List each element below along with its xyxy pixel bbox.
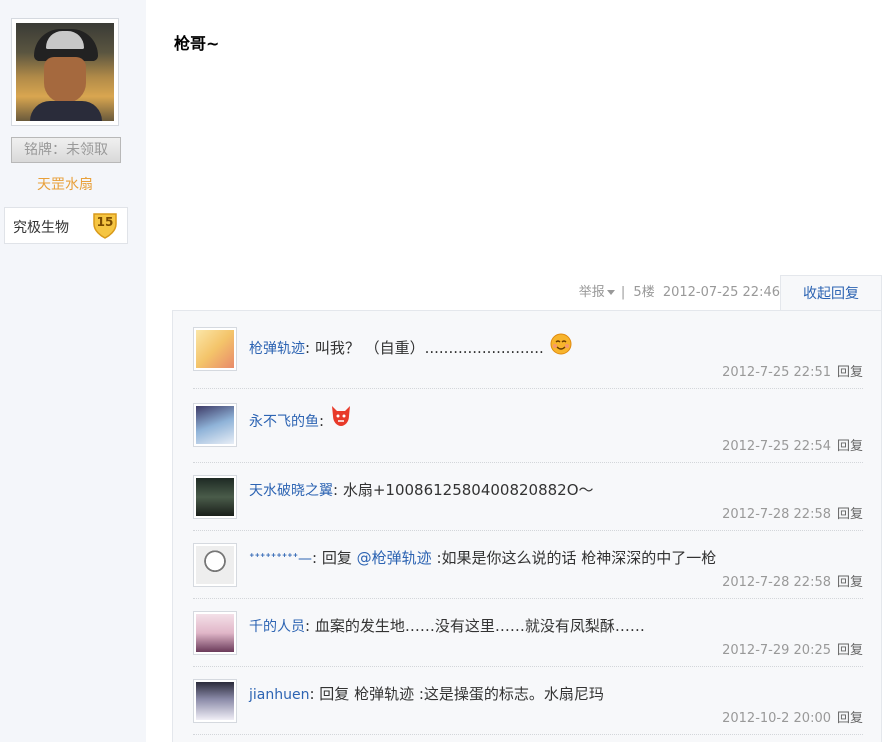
reply-time: 2012-7-25 22:51 [722, 365, 831, 380]
author-sidebar: 铭牌：未领取 天罡水扇 究极生物 15 [0, 0, 146, 742]
level-title: 究极生物 [13, 220, 69, 236]
reply-text: 千的人员: 血案的发生地……没有这里……就没有凤梨酥…… [249, 617, 645, 635]
collapse-replies-button[interactable]: 收起回复 [780, 275, 882, 311]
post-meta: 举报 | 5楼 2012-07-25 22:46 [560, 276, 780, 310]
list-item: 枪弹轨迹: 叫我？ （自重）......................... … [193, 311, 863, 389]
nameplate-button[interactable]: 铭牌：未领取 [11, 137, 121, 163]
list-item: 永不飞的鱼: 2012-7-25 22:54 回复 [193, 389, 863, 463]
reply-text: 天水破晓之翼: 水扇+1008612580400820882O～ [249, 481, 594, 499]
reply-button[interactable]: 回复 [837, 643, 863, 658]
reply-meta: 2012-10-2 20:00 回复 [722, 707, 863, 726]
list-item: 天水破晓之翼: 水扇+1008612580400820882O～ 2012-7-… [193, 463, 863, 531]
reply-avatar[interactable] [193, 679, 237, 723]
list-item: jianhuen: 回复 枪弹轨迹 :这是操蛋的标志。水扇尼玛 2012-10-… [193, 667, 863, 735]
reply-avatar[interactable] [193, 543, 237, 587]
reply-text: 永不飞的鱼: [249, 405, 353, 431]
reply-username[interactable]: ᐩᐩᐩᐩᐩᐩᐩᐩᐩ— [249, 551, 312, 567]
mention-link[interactable]: @枪弹轨迹 [357, 549, 432, 567]
list-item: ᐩᐩᐩᐩᐩᐩᐩᐩᐩ—: 回复 @枪弹轨迹 :如果是你这么说的话 枪神深深的中了一… [193, 531, 863, 599]
reply-time: 2012-7-25 22:54 [722, 439, 831, 454]
reply-username[interactable]: 千的人员 [249, 619, 305, 635]
reply-list: 枪弹轨迹: 叫我？ （自重）......................... … [172, 310, 882, 742]
reply-button[interactable]: 回复 [837, 575, 863, 590]
reply-avatar[interactable] [193, 611, 237, 655]
reply-text: 枪弹轨迹: 叫我？ （自重）......................... [249, 333, 573, 358]
reply-avatar[interactable] [193, 403, 237, 447]
reply-avatar[interactable] [193, 475, 237, 519]
reply-time: 2012-10-2 20:00 [722, 711, 831, 726]
reply-button[interactable]: 回复 [837, 507, 863, 522]
reply-username[interactable]: 枪弹轨迹 [249, 341, 305, 357]
reply-meta: 2012-7-28 22:58 回复 [722, 571, 863, 590]
smile-emoji-icon [550, 333, 572, 354]
floor-number: 5楼 [633, 285, 655, 300]
report-caret-icon [606, 290, 615, 295]
reply-text: jianhuen: 回复 枪弹轨迹 :这是操蛋的标志。水扇尼玛 [249, 685, 604, 703]
reply-username[interactable]: jianhuen [249, 687, 309, 703]
reply-time: 2012-7-28 22:58 [722, 507, 831, 522]
author-avatar[interactable] [11, 18, 119, 126]
post-datetime: 2012-07-25 22:46 [662, 285, 780, 300]
reply-button[interactable]: 回复 [837, 365, 863, 380]
reply-username[interactable]: 天水破晓之翼 [249, 483, 333, 499]
level-number: 15 [96, 215, 114, 229]
report-link[interactable]: 举报 [579, 285, 617, 300]
list-item: 千的人员: 血案的发生地……没有这里……就没有凤梨酥…… 2012-7-29 2… [193, 599, 863, 667]
reply-avatar[interactable] [193, 327, 237, 371]
reply-time: 2012-7-29 20:25 [722, 643, 831, 658]
reply-meta: 2012-7-25 22:54 回复 [722, 435, 863, 454]
reply-button[interactable]: 回复 [837, 439, 863, 454]
reply-meta: 2012-7-25 22:51 回复 [722, 361, 863, 380]
avatar-image [16, 23, 114, 121]
reply-username[interactable]: 永不飞的鱼 [249, 414, 319, 430]
reply-meta: 2012-7-29 20:25 回复 [722, 639, 863, 658]
reply-meta: 2012-7-28 22:58 回复 [722, 503, 863, 522]
meta-separator: | [620, 285, 626, 300]
author-username[interactable]: 天罡水扇 [0, 174, 130, 194]
reply-time: 2012-7-28 22:58 [722, 575, 831, 590]
member-level[interactable]: 究极生物 15 [4, 207, 128, 244]
reply-button[interactable]: 回复 [837, 711, 863, 726]
post-content: 枪哥~ [174, 34, 220, 53]
fox-emoji-icon [331, 405, 350, 426]
reply-text: ᐩᐩᐩᐩᐩᐩᐩᐩᐩ—: 回复 @枪弹轨迹 :如果是你这么说的话 枪神深深的中了一… [249, 549, 717, 567]
